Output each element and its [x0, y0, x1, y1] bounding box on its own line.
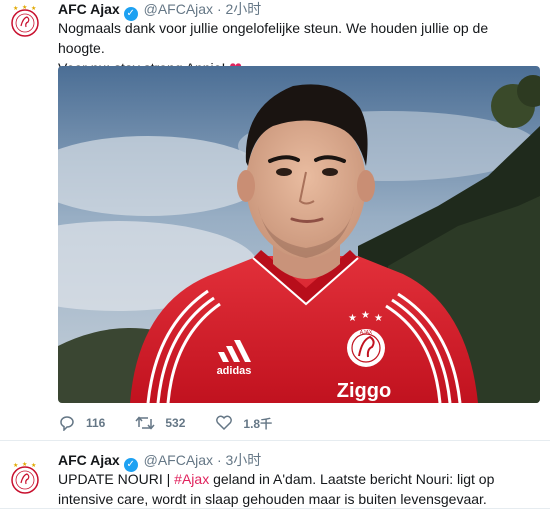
tweet-1[interactable]: ★ ★ ★ AFC Ajax ✓ @AFCAjax · 2小时 Nogmaals …	[0, 0, 550, 441]
like-count: 1.8千	[243, 416, 273, 431]
svg-text:★: ★	[31, 462, 36, 469]
separator: ·	[216, 1, 222, 17]
reply-button[interactable]: 116	[58, 415, 105, 431]
like-button[interactable]: 1.8千	[215, 415, 272, 432]
tweet-text-line: Nogmaals dank voor jullie ongelofelijke …	[58, 20, 489, 56]
like-icon	[216, 415, 233, 431]
reply-icon	[60, 416, 74, 431]
svg-text:★: ★	[31, 5, 36, 12]
svg-text:★: ★	[361, 310, 370, 321]
tweet-time[interactable]: 2小时	[226, 1, 262, 17]
tweet-2[interactable]: ★ ★ ★ AFC Ajax ✓ @AFCAjax · 3小时 UPDATE NO…	[0, 441, 550, 509]
retweet-button[interactable]: 532	[135, 415, 185, 431]
player-photo: adidas ★ ★ ★ AJAX Ziggo	[58, 66, 540, 403]
retweet-count: 532	[165, 416, 186, 430]
tweet-text: UPDATE NOURI | #Ajax geland in A'dam. La…	[58, 469, 543, 509]
hashtag-link[interactable]: #Ajax	[174, 471, 209, 487]
author-name[interactable]: AFC Ajax	[58, 1, 120, 17]
sponsor-label: Ziggo	[337, 380, 391, 402]
svg-text:★: ★	[22, 461, 27, 468]
author-handle[interactable]: @AFCAjax	[144, 452, 213, 468]
tweet-photo[interactable]: adidas ★ ★ ★ AJAX Ziggo	[58, 66, 540, 403]
reply-count: 116	[86, 416, 106, 430]
svg-text:★: ★	[13, 462, 18, 469]
svg-text:★: ★	[348, 313, 357, 324]
ajax-badge-icon: ★ ★ ★ AJAX	[347, 310, 385, 367]
ajax-avatar[interactable]: ★ ★ ★	[8, 461, 42, 495]
separator: ·	[216, 452, 222, 468]
kit-brand-label: adidas	[217, 365, 252, 377]
author-handle[interactable]: @AFCAjax	[144, 1, 213, 17]
badge-label: AJAX	[360, 330, 373, 336]
svg-text:★: ★	[374, 313, 383, 324]
author-name[interactable]: AFC Ajax	[58, 452, 120, 468]
tweet-text-fragment: UPDATE NOURI |	[58, 471, 175, 487]
ajax-avatar[interactable]: ★ ★ ★	[8, 4, 42, 38]
retweet-icon	[135, 416, 155, 430]
svg-text:★: ★	[22, 4, 27, 11]
tweet-actions: 116 532 1.8千	[58, 411, 302, 435]
svg-text:★: ★	[13, 5, 18, 12]
tweet-time[interactable]: 3小时	[226, 452, 262, 468]
